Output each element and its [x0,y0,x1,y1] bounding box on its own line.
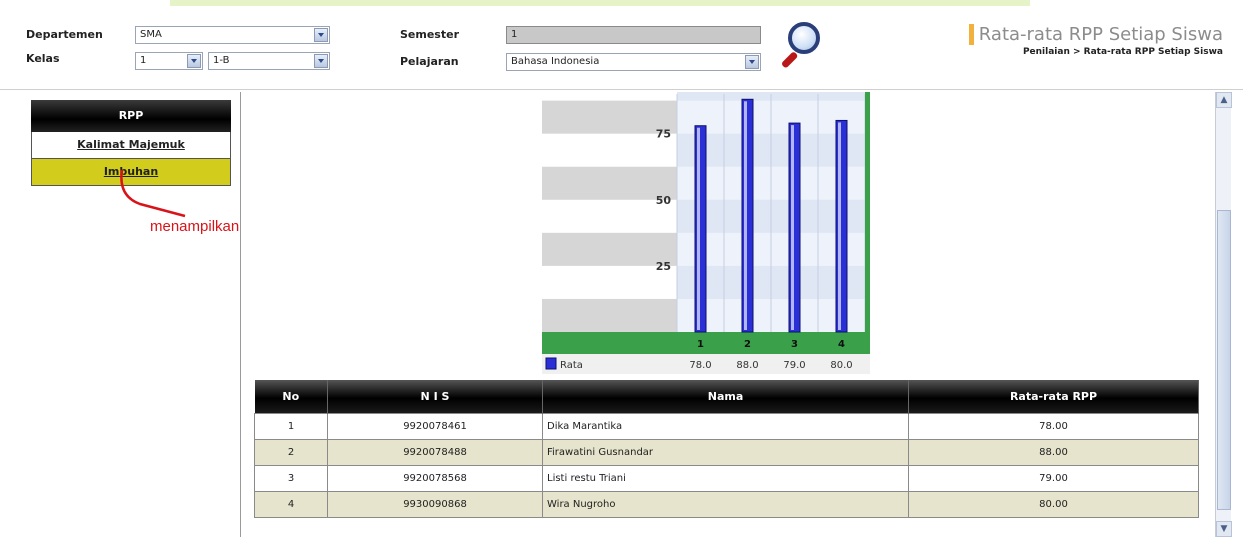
kelas-sub-select[interactable]: 1-B [208,52,330,70]
departemen-label: Departemen [26,28,103,41]
pelajaran-value: Bahasa Indonesia [511,56,600,67]
col-no: No [254,380,328,413]
rpp-item-kalimat-majemuk[interactable]: Kalimat Majemuk [31,132,231,159]
chart: 25 50 75 1 78.0 2 88.0 3 79.0 4 80.0 Rata [542,92,870,374]
category-band [542,332,870,354]
page-title: Rata-rata RPP Setiap Siswa [968,24,1223,45]
departemen-value: SMA [140,29,162,40]
chart-bar [694,125,707,333]
rpp-menu: RPP Kalimat Majemuk Imbuhan [31,100,231,186]
chart-side-band [865,92,870,332]
cell-nama: Listi restu Triani [542,464,909,492]
cell-nis: 9930090868 [327,490,543,518]
cell-rata: 78.00 [908,412,1199,440]
kelas-select[interactable]: 1 [135,52,203,70]
y-tick-label: 50 [656,194,672,207]
y-tick-label: 25 [656,260,671,273]
cell-rata: 88.00 [908,438,1199,466]
col-rata: Rata-rata RPP [908,380,1199,413]
chart-band [542,298,677,332]
data-table: No N I S Nama Rata-rata RPP 1 9920078461… [254,380,1199,518]
category-label: 2 [744,339,751,350]
cell-no: 3 [254,464,328,492]
vertical-scrollbar[interactable]: ▲ ▼ [1215,92,1232,537]
semester-label: Semester [400,28,459,41]
chevron-down-icon[interactable] [314,28,328,42]
left-panel: RPP Kalimat Majemuk Imbuhan [0,92,241,537]
table-row[interactable]: 2 9920078488 Firawatini Gusnandar 88.00 [254,438,1199,466]
col-nis: N I S [327,380,543,413]
chart-bar-highlight [697,127,700,330]
semester-field: 1 [506,26,761,44]
scroll-thumb[interactable] [1217,210,1231,510]
search-icon[interactable] [778,22,824,69]
cell-rata: 80.00 [908,490,1199,518]
chevron-down-icon[interactable] [745,55,759,69]
chevron-down-icon[interactable] [314,54,328,68]
scroll-up-icon[interactable]: ▲ [1216,92,1232,108]
cell-no: 2 [254,438,328,466]
table-header-row: No N I S Nama Rata-rata RPP [254,380,1199,413]
data-label: 79.0 [783,360,805,371]
pelajaran-label: Pelajaran [400,55,459,68]
chart-bar [788,122,801,333]
chart-bar-highlight [744,101,747,331]
legend-label: Rata [560,360,583,371]
pelajaran-select[interactable]: Bahasa Indonesia [506,53,761,71]
kelas-sub-value: 1-B [213,55,230,66]
rpp-menu-title: RPP [31,100,231,132]
cell-nama: Dika Marantika [542,412,909,440]
cell-no: 1 [254,412,328,440]
col-nama: Nama [542,380,909,413]
legend-swatch [545,357,557,370]
departemen-select[interactable]: SMA [135,26,330,44]
table-row[interactable]: 4 9930090868 Wira Nugroho 80.00 [254,490,1199,518]
table-row[interactable]: 3 9920078568 Listi restu Triani 79.00 [254,464,1199,492]
chart-bar-highlight [791,125,794,330]
kelas-value: 1 [140,55,147,66]
cell-nama: Firawatini Gusnandar [542,438,909,466]
main-panel: 25 50 75 1 78.0 2 88.0 3 79.0 4 80.0 Rata No N I S … [242,92,1243,537]
cell-no: 4 [254,490,328,518]
chevron-down-icon[interactable] [187,54,201,68]
cell-nama: Wira Nugroho [542,490,909,518]
cell-nis: 9920078488 [327,438,543,466]
category-label: 4 [838,339,845,350]
category-label: 1 [697,339,704,350]
page-header: Rata-rata RPP Setiap Siswa Penilaian > R… [968,24,1223,57]
data-label: 88.0 [736,360,758,371]
data-label: 80.0 [830,360,852,371]
breadcrumb: Penilaian > Rata-rata RPP Setiap Siswa [1022,47,1223,57]
cell-rata: 79.00 [908,464,1199,492]
chart-bar-highlight [838,122,841,330]
y-tick-label: 75 [656,128,671,141]
chart-bar [741,98,754,333]
filter-area: Departemen SMA Kelas 1 1-B Semester 1 Pe… [0,6,1243,90]
grid-band [677,92,870,101]
cell-nis: 9920078568 [327,464,543,492]
table-row[interactable]: 1 9920078461 Dika Marantika 78.00 [254,412,1199,440]
rpp-item-imbuhan[interactable]: Imbuhan [31,159,231,186]
category-label: 3 [791,339,798,350]
cell-nis: 9920078461 [327,412,543,440]
kelas-label: Kelas [26,52,60,65]
chart-bar [835,119,848,333]
data-label: 78.0 [689,360,711,371]
scroll-down-icon[interactable]: ▼ [1216,521,1232,537]
